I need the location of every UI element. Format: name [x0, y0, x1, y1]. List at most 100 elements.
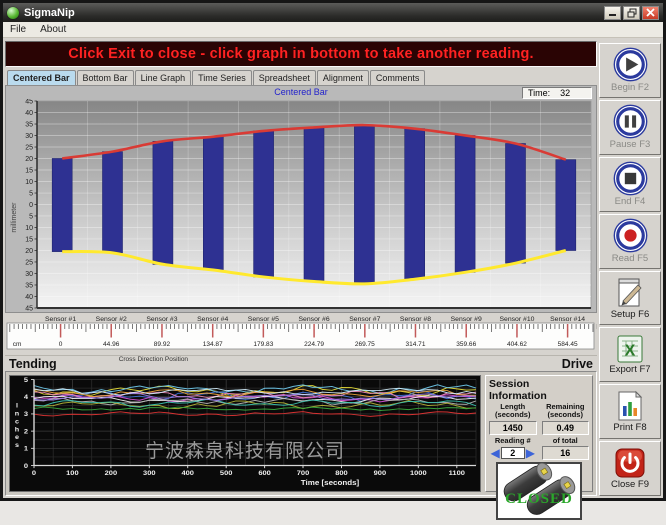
- action-button-column: Begin F2 Pause F3 End F4 Read F5 Setup F6 X Ex…: [599, 40, 661, 496]
- svg-text:10: 10: [25, 225, 33, 232]
- trend-graph[interactable]: 0100200300400500600700800900100011000123…: [9, 375, 481, 492]
- svg-text:40: 40: [25, 110, 33, 117]
- svg-text:30: 30: [25, 133, 33, 140]
- svg-text:2: 2: [24, 429, 28, 436]
- button-label: Begin F2: [611, 82, 649, 93]
- svg-text:n: n: [15, 411, 19, 418]
- nip-rollers-image: CLOSED: [496, 462, 582, 525]
- tab-strip: Centered BarBottom BarLine GraphTime Ser…: [5, 69, 597, 85]
- svg-text:0: 0: [32, 471, 36, 478]
- tab-bottom-bar[interactable]: Bottom Bar: [77, 70, 134, 85]
- tab-centered-bar[interactable]: Centered Bar: [7, 70, 76, 85]
- svg-text:224.79: 224.79: [304, 341, 324, 348]
- svg-text:1100: 1100: [449, 471, 465, 478]
- roller-status-text: CLOSED: [505, 491, 573, 507]
- reading-number-stepper: ◀ 2 ▶: [489, 447, 537, 459]
- svg-text:30: 30: [25, 271, 33, 278]
- cross-direction-position-label: Cross Direction Position: [119, 356, 188, 363]
- length-value: 1450: [489, 421, 537, 435]
- svg-text:25: 25: [25, 259, 33, 266]
- svg-text:Sensor #14: Sensor #14: [550, 316, 585, 323]
- ruler-unit: cm: [13, 341, 22, 348]
- y-axis: 45403530252015105051015202530354045milli…: [11, 99, 37, 312]
- tab-alignment[interactable]: Alignment: [317, 70, 369, 85]
- svg-text:40: 40: [25, 294, 33, 301]
- svg-text:179.83: 179.83: [253, 341, 273, 348]
- trend-graph-svg: 0100200300400500600700800900100011000123…: [10, 376, 480, 491]
- svg-text:s: s: [15, 442, 19, 449]
- begin-f2-button[interactable]: Begin F2: [599, 43, 661, 98]
- svg-text:0: 0: [24, 463, 28, 470]
- svg-text:3: 3: [24, 412, 28, 419]
- close-window-button[interactable]: [642, 6, 659, 20]
- svg-text:404.62: 404.62: [507, 341, 527, 348]
- close-f9-button[interactable]: Close F9: [599, 441, 661, 496]
- svg-text:millimeter: millimeter: [11, 202, 18, 233]
- minimize-button[interactable]: [604, 6, 621, 20]
- svg-text:584.45: 584.45: [558, 341, 578, 348]
- session-information-panel: Session Information Length(seconds) Rema…: [485, 375, 593, 492]
- cross-direction-ruler: Sensor #1Sensor #2Sensor #3Sensor #4Sens…: [5, 313, 597, 355]
- stop-icon: [613, 161, 648, 196]
- svg-text:5: 5: [24, 377, 28, 384]
- svg-text:1000: 1000: [410, 471, 427, 478]
- menu-item-file[interactable]: File: [10, 24, 26, 35]
- svg-text:20: 20: [25, 156, 33, 163]
- message-banner: Click Exit to close - click graph in bot…: [5, 41, 597, 67]
- svg-text:I: I: [16, 403, 18, 410]
- svg-text:Sensor #10: Sensor #10: [499, 316, 534, 323]
- setup-f6-button[interactable]: Setup F6: [599, 271, 661, 326]
- remaining-label: Remaining(seconds): [542, 403, 590, 420]
- print-f8-button[interactable]: Print F8: [599, 384, 661, 439]
- sensor-labels: Sensor #1Sensor #2Sensor #3Sensor #4Sens…: [45, 316, 585, 323]
- svg-text:Sensor #9: Sensor #9: [451, 316, 482, 323]
- svg-text:359.66: 359.66: [456, 341, 476, 348]
- svg-text:600: 600: [258, 471, 271, 478]
- svg-text:300: 300: [143, 471, 156, 478]
- svg-text:700: 700: [297, 471, 310, 478]
- svg-text:134.87: 134.87: [203, 341, 223, 348]
- button-label: Close F9: [611, 479, 649, 490]
- window-title: SigmaNip: [24, 7, 75, 19]
- pause-icon: [613, 104, 648, 139]
- watermark: 宁波森泉科技有限公司: [145, 436, 345, 463]
- svg-text:X: X: [625, 343, 636, 360]
- tab-comments[interactable]: Comments: [370, 70, 426, 85]
- pause-f3-button[interactable]: Pause F3: [599, 100, 661, 155]
- svg-text:h: h: [15, 427, 19, 434]
- button-label: End F4: [615, 196, 646, 207]
- tab-line-graph[interactable]: Line Graph: [135, 70, 192, 85]
- button-label: Export F7: [609, 364, 650, 375]
- export-f7-button[interactable]: X Export F7: [599, 327, 661, 382]
- svg-text:4: 4: [24, 394, 28, 401]
- svg-text:269.75: 269.75: [355, 341, 375, 348]
- svg-text:5: 5: [29, 213, 33, 220]
- svg-text:100: 100: [66, 471, 79, 478]
- svg-text:Sensor #2: Sensor #2: [96, 316, 127, 323]
- svg-text:1: 1: [24, 446, 28, 453]
- button-label: Print F8: [613, 422, 646, 433]
- read-f5-button[interactable]: Read F5: [599, 214, 661, 269]
- svg-text:Sensor #5: Sensor #5: [248, 316, 279, 323]
- next-reading-arrow-icon[interactable]: ▶: [526, 447, 535, 459]
- previous-reading-arrow-icon[interactable]: ◀: [491, 447, 500, 459]
- svg-text:35: 35: [25, 121, 33, 128]
- machine-side-strip: Tending Cross Direction Position Drive: [5, 355, 597, 371]
- button-label: Pause F3: [610, 139, 651, 150]
- tab-time-series[interactable]: Time Series: [192, 70, 252, 85]
- reading-number-value[interactable]: 2: [501, 447, 525, 459]
- menu-item-about[interactable]: About: [40, 24, 66, 35]
- svg-text:Sensor #6: Sensor #6: [299, 316, 330, 323]
- power-icon: [614, 447, 646, 479]
- restore-button[interactable]: [623, 6, 640, 20]
- tab-spreadsheet[interactable]: Spreadsheet: [253, 70, 316, 85]
- reading-number-label: Reading #: [489, 437, 537, 445]
- total-readings-value: 16: [542, 446, 590, 460]
- time-label: Time:: [528, 88, 550, 98]
- end-f4-button[interactable]: End F4: [599, 157, 661, 212]
- bottom-panel: 0100200300400500600700800900100011000123…: [5, 371, 597, 496]
- app-icon: [7, 7, 19, 19]
- button-label: Setup F6: [611, 309, 650, 320]
- time-value: 32: [560, 88, 570, 98]
- svg-text:20: 20: [25, 248, 33, 255]
